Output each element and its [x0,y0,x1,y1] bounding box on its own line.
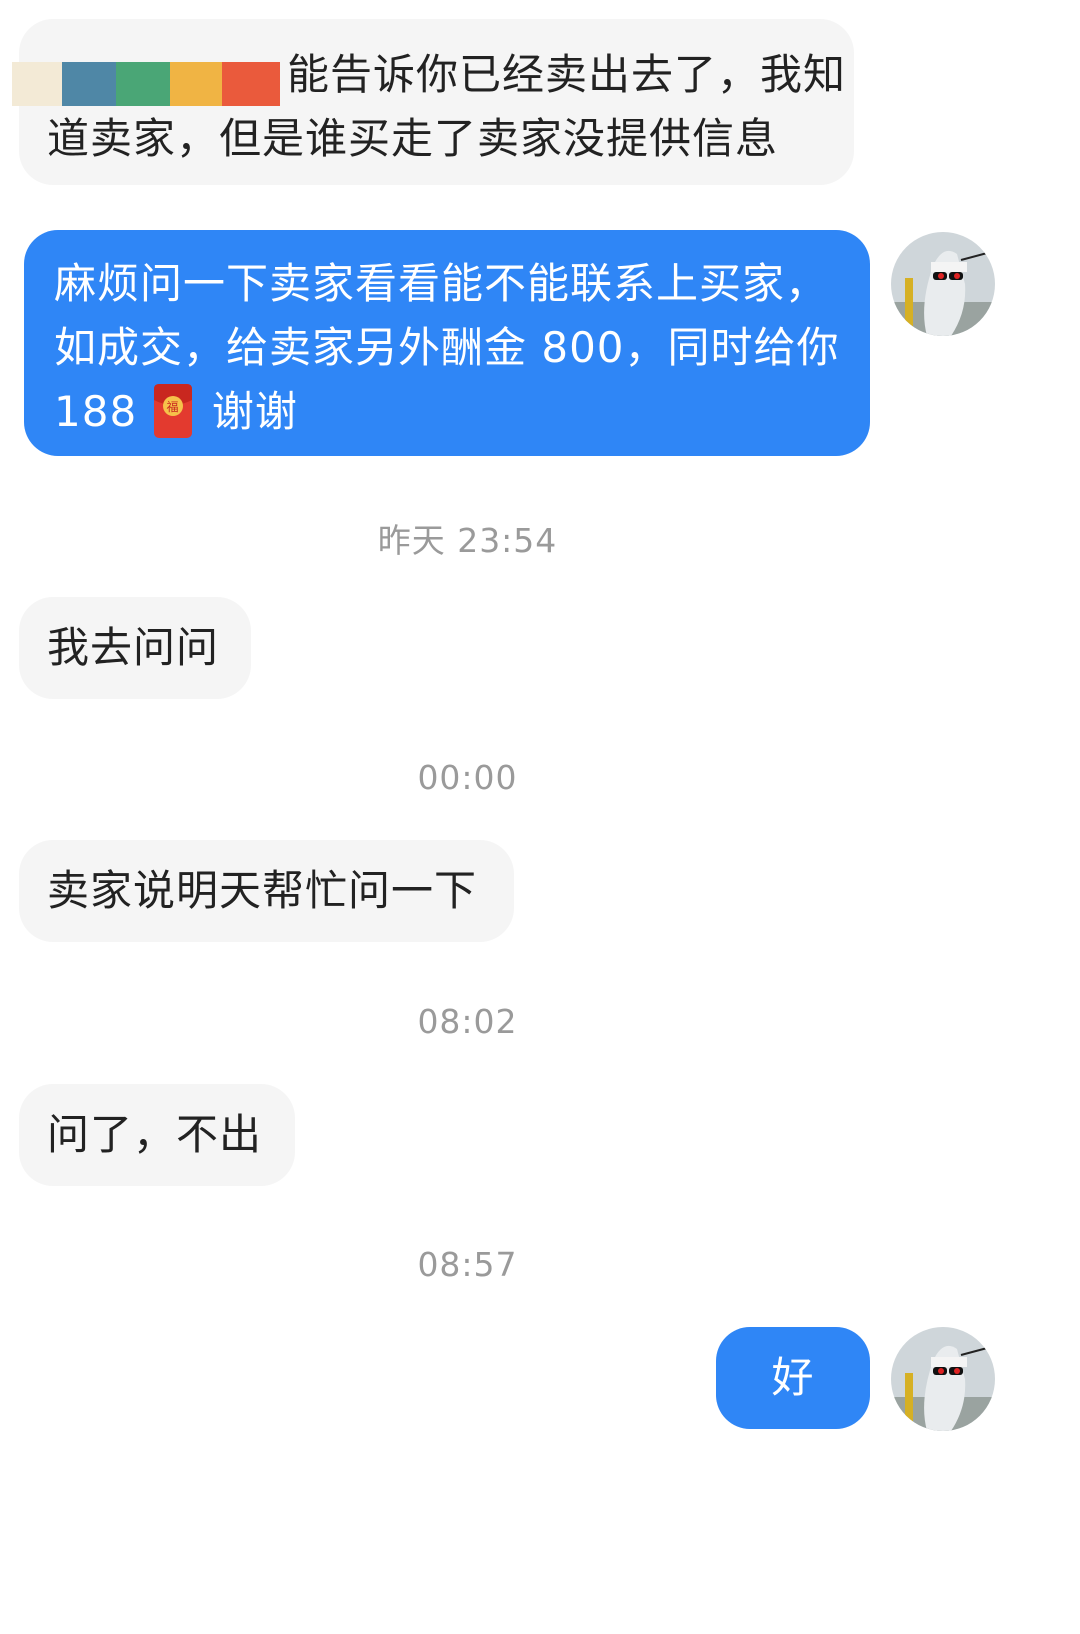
message-bubble-outgoing[interactable]: 麻烦问一下卖家看看能不能联系上买家， 如成交，给卖家另外酬金 800，同时给你 … [24,230,870,456]
redaction-block [222,62,280,106]
message-text: 188 [54,387,138,436]
timestamp: 昨天 23:54 [377,521,558,560]
svg-text:福: 福 [166,399,179,414]
message-text: 好 [771,1353,815,1402]
timestamp: 08:57 [417,1245,518,1284]
message-text: 谢谢 [211,387,298,436]
avatar-icon[interactable] [891,1327,995,1431]
redaction-block [62,62,118,106]
message-text: 道卖家，但是谁买走了卖家没提供信息 [47,114,779,163]
avatar-icon[interactable] [891,232,995,336]
message-bubble-incoming[interactable]: 卖家说明天帮忙问一下 [19,840,514,942]
message-line: 道卖家，但是谁买走了卖家没提供信息 [47,107,826,171]
message-bubble-outgoing[interactable]: 好 [716,1327,870,1429]
redaction-block [170,62,226,106]
message-bubble-incoming[interactable]: 问了，不出 [19,1084,295,1186]
message-line: 如成交，给卖家另外酬金 800，同时给你 [54,323,840,372]
message-text: 我去问问 [47,623,220,672]
redaction-block [116,62,172,106]
timestamp: 00:00 [417,758,518,797]
message-bubble-incoming[interactable]: 我去问问 [19,597,251,699]
message-text: 能告诉你已经卖出去了，我知 [287,50,847,99]
message-line: 麻烦问一下卖家看看能不能联系上买家， [54,259,829,308]
timestamp: 08:02 [417,1002,518,1041]
message-line: 188 福 谢谢 [54,380,842,444]
message-text: 问了，不出 [47,1110,263,1159]
red-packet-icon: 福 [153,383,192,438]
message-text: 卖家说明天帮忙问一下 [47,866,478,915]
redaction-block [12,62,64,106]
